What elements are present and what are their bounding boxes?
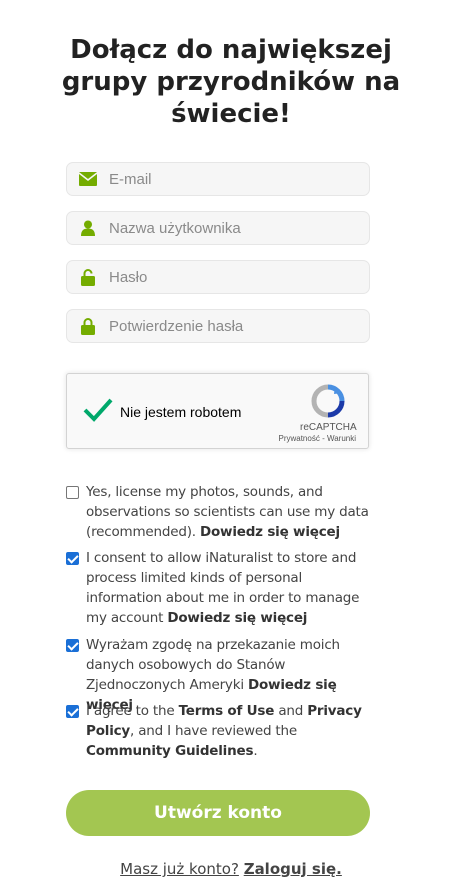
email-field[interactable] (66, 162, 370, 196)
create-account-button[interactable]: Utwórz konto (66, 790, 370, 836)
recaptcha-separator: - (319, 434, 327, 443)
recaptcha-links: Prywatność - Warunki (278, 434, 356, 443)
consent-terms: I agree to the Terms of Use and Privacy … (66, 701, 370, 761)
password-field[interactable] (66, 260, 370, 294)
title-line-3: świecie! (171, 99, 291, 129)
consent-text: I agree to the Terms of Use and Privacy … (86, 701, 370, 761)
recaptcha-widget: Nie jestem robotem reCAPTCHA Prywatność … (66, 373, 369, 449)
user-icon (67, 212, 109, 244)
unlock-icon (67, 261, 109, 293)
consent-license: Yes, license my photos, sounds, and obse… (66, 482, 370, 542)
password-confirm-input[interactable] (109, 317, 349, 335)
consent-text: I consent to allow iNaturalist to store … (86, 548, 370, 628)
signin-question[interactable]: Masz już konto? (120, 860, 239, 878)
learn-more-link[interactable]: Dowiedz się więcej (167, 610, 307, 626)
lock-icon (67, 310, 109, 342)
signin-prompt[interactable]: Masz już konto? Zaloguj się. (0, 860, 462, 878)
license-checkbox[interactable] (66, 486, 79, 499)
password-confirm-field[interactable] (66, 309, 370, 343)
username-field[interactable] (66, 211, 370, 245)
password-input[interactable] (109, 268, 349, 286)
captcha-label: Nie jestem robotem (120, 404, 242, 420)
recaptcha-logo-icon (311, 384, 345, 418)
terms-of-use-link[interactable]: Terms of Use (179, 703, 275, 719)
username-input[interactable] (109, 219, 349, 237)
page-title: Dołącz do największej grupy przyrodników… (60, 34, 402, 130)
learn-more-link[interactable]: Dowiedz się więcej (200, 524, 340, 540)
email-input[interactable] (109, 170, 349, 188)
captcha-checkmark-icon[interactable] (83, 396, 113, 424)
consent-terms-mid: , and I have reviewed the (130, 723, 297, 739)
recaptcha-terms-link[interactable]: Warunki (327, 434, 356, 443)
signup-page: Dołącz do największej grupy przyrodników… (0, 0, 462, 886)
title-line-2: grupy przyrodników na (61, 67, 401, 97)
consent-terms-pre: I agree to the (86, 703, 175, 719)
recaptcha-brand: reCAPTCHA (300, 422, 357, 433)
personal-info-checkbox[interactable] (66, 552, 79, 565)
consent-terms-and: and (278, 703, 304, 719)
signin-link[interactable]: Zaloguj się. (244, 860, 342, 878)
community-guidelines-link[interactable]: Community Guidelines (86, 743, 254, 759)
consent-text: Yes, license my photos, sounds, and obse… (86, 482, 370, 542)
recaptcha-privacy-link[interactable]: Prywatność (278, 434, 319, 443)
title-line-1: Dołącz do największej (70, 35, 392, 65)
envelope-icon (67, 163, 109, 195)
data-transfer-checkbox[interactable] (66, 639, 79, 652)
terms-checkbox[interactable] (66, 705, 79, 718)
consent-personal-info: I consent to allow iNaturalist to store … (66, 548, 370, 628)
consent-terms-end: . (253, 743, 258, 759)
